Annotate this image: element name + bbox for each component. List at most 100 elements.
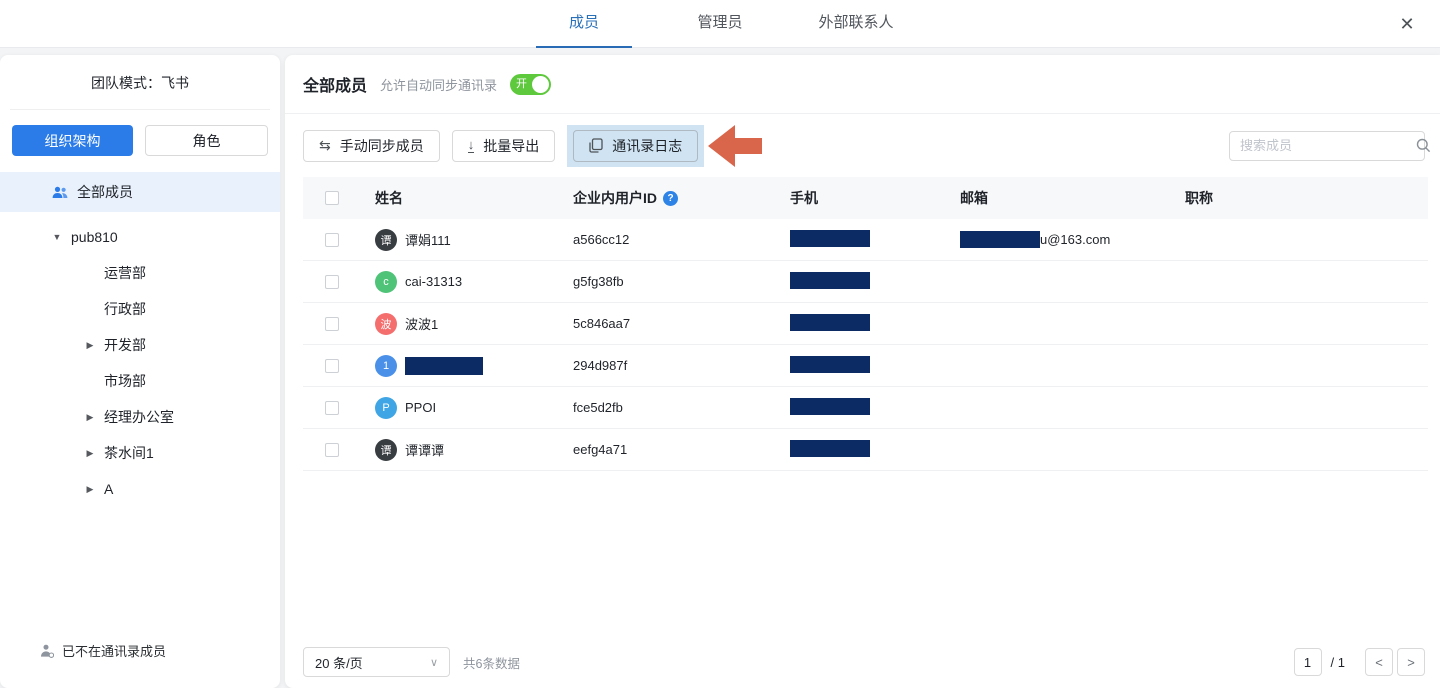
manual-sync-button[interactable]: ⇆ 手动同步成员 bbox=[303, 130, 440, 162]
member-user-id: 294d987f bbox=[573, 358, 790, 373]
column-header-title: 职称 bbox=[1185, 188, 1428, 208]
email-suffix: u@163.com bbox=[1040, 232, 1110, 247]
tab-members[interactable]: 成员 bbox=[536, 0, 632, 48]
department-label: 市场部 bbox=[104, 371, 146, 391]
phone-redaction-bar bbox=[790, 440, 870, 457]
row-checkbox[interactable] bbox=[325, 233, 339, 247]
sidebar: 团队模式：飞书 组织架构 角色 全部成员 ▼ pub810 运营部 行政部 ▶ … bbox=[0, 55, 280, 688]
department-label: 开发部 bbox=[104, 335, 146, 355]
avatar: 谭 bbox=[375, 229, 397, 251]
contact-log-button[interactable]: 通讯录日志 bbox=[573, 130, 698, 162]
avatar: 谭 bbox=[375, 439, 397, 461]
button-label: 通讯录日志 bbox=[612, 136, 682, 156]
table-row: c cai-31313 g5fg38fb bbox=[303, 261, 1428, 303]
department-tree-item[interactable]: 运营部 bbox=[0, 255, 280, 291]
column-header-phone: 手机 bbox=[790, 188, 960, 208]
roles-button[interactable]: 角色 bbox=[145, 125, 268, 156]
select-all-checkbox[interactable] bbox=[325, 191, 339, 205]
department-tree-item[interactable]: 市场部 bbox=[0, 363, 280, 399]
table-row: 谭 谭娟111 a566cc12 u@163.com bbox=[303, 219, 1428, 261]
row-checkbox[interactable] bbox=[325, 443, 339, 457]
next-page-button[interactable]: > bbox=[1397, 648, 1425, 676]
sidebar-item-label: 已不在通讯录成员 bbox=[62, 641, 166, 660]
people-icon bbox=[52, 186, 68, 199]
tree-caret-icon[interactable]: ▶ bbox=[83, 340, 97, 351]
page-size-select[interactable]: 20 条/页 ∨ bbox=[303, 647, 450, 677]
top-tab-bar: 成员 管理员 外部联系人 ✕ bbox=[0, 0, 1440, 48]
total-pages-label: / 1 bbox=[1331, 655, 1345, 670]
copy-icon bbox=[589, 138, 603, 153]
department-label: 经理办公室 bbox=[104, 407, 174, 427]
department-tree-item[interactable]: 行政部 bbox=[0, 291, 280, 327]
table-row: P PPOI fce5d2fb bbox=[303, 387, 1428, 429]
member-user-id: 5c846aa7 bbox=[573, 316, 790, 331]
batch-export-button[interactable]: ↓ 批量导出 bbox=[452, 130, 556, 162]
sidebar-item-label: 全部成员 bbox=[77, 182, 133, 202]
org-structure-button[interactable]: 组织架构 bbox=[12, 125, 133, 156]
member-name: PPOI bbox=[405, 400, 436, 415]
department-tree-item[interactable]: ▶ 开发部 bbox=[0, 327, 280, 363]
department-tree-item[interactable]: ▶ A bbox=[0, 471, 280, 507]
tree-caret-icon[interactable]: ▼ bbox=[50, 232, 64, 242]
table-row: 波 波波1 5c846aa7 bbox=[303, 303, 1428, 345]
team-mode-label: 团队模式：飞书 bbox=[0, 55, 280, 93]
department-tree-item[interactable]: ▼ pub810 bbox=[0, 219, 280, 255]
member-user-id: fce5d2fb bbox=[573, 400, 790, 415]
member-name: 谭谭谭 bbox=[405, 440, 444, 459]
member-user-id: eefg4a71 bbox=[573, 442, 790, 457]
toolbar: ⇆ 手动同步成员 ↓ 批量导出 通讯录日志 bbox=[285, 114, 1440, 177]
tree-caret-icon[interactable]: ▶ bbox=[83, 448, 97, 459]
help-icon[interactable]: ? bbox=[663, 191, 678, 206]
member-name: 谭娟111 bbox=[405, 230, 451, 249]
sync-icon: ⇆ bbox=[319, 137, 331, 154]
row-checkbox[interactable] bbox=[325, 359, 339, 373]
button-label: 批量导出 bbox=[483, 136, 539, 156]
row-checkbox[interactable] bbox=[325, 401, 339, 415]
avatar: 波 bbox=[375, 313, 397, 335]
sidebar-item-all-members[interactable]: 全部成员 bbox=[0, 172, 280, 212]
annotation-arrow-icon bbox=[708, 125, 762, 167]
table-body: 谭 谭娟111 a566cc12 u@163.com c cai-31313 g… bbox=[303, 219, 1428, 471]
table-row: 1 294d987f bbox=[303, 345, 1428, 387]
row-checkbox[interactable] bbox=[325, 275, 339, 289]
department-label: pub810 bbox=[71, 229, 118, 245]
member-name: 波波1 bbox=[405, 314, 438, 333]
prev-page-button[interactable]: < bbox=[1365, 648, 1393, 676]
department-tree-item[interactable]: ▶ 经理办公室 bbox=[0, 399, 280, 435]
tree-caret-icon[interactable]: ▶ bbox=[83, 484, 97, 495]
tab-external-contacts[interactable]: 外部联系人 bbox=[808, 0, 904, 48]
tab-admins[interactable]: 管理员 bbox=[672, 0, 768, 48]
person-leave-icon bbox=[40, 644, 54, 658]
member-user-id: g5fg38fb bbox=[573, 274, 790, 289]
pagination: 1 / 1 < > bbox=[1294, 648, 1425, 676]
toggle-knob bbox=[532, 76, 549, 93]
current-page-box[interactable]: 1 bbox=[1294, 648, 1322, 676]
search-box bbox=[1229, 131, 1425, 161]
department-label: 茶水间1 bbox=[104, 443, 154, 463]
close-icon[interactable]: ✕ bbox=[1392, 0, 1422, 48]
auto-sync-label: 允许自动同步通讯录 bbox=[380, 75, 497, 94]
download-icon: ↓ bbox=[468, 138, 475, 153]
toggle-on-label: 开 bbox=[516, 78, 527, 91]
sidebar-item-former-members[interactable]: 已不在通讯录成员 bbox=[40, 641, 166, 660]
phone-redaction-bar bbox=[790, 314, 870, 331]
chevron-down-icon: ∨ bbox=[430, 656, 438, 669]
contact-log-highlight: 通讯录日志 bbox=[567, 125, 704, 167]
department-label: 行政部 bbox=[104, 299, 146, 319]
avatar: c bbox=[375, 271, 397, 293]
tree-caret-icon[interactable]: ▶ bbox=[83, 412, 97, 423]
avatar: 1 bbox=[375, 355, 397, 377]
tab-group: 成员 管理员 外部联系人 bbox=[536, 0, 904, 48]
panel-header: 全部成员 允许自动同步通讯录 开 bbox=[285, 55, 1440, 114]
phone-redaction-bar bbox=[790, 398, 870, 415]
row-checkbox[interactable] bbox=[325, 317, 339, 331]
department-tree-item[interactable]: ▶ 茶水间1 bbox=[0, 435, 280, 471]
column-header-name: 姓名 bbox=[375, 188, 573, 208]
search-input[interactable] bbox=[1240, 138, 1416, 153]
page-title: 全部成员 bbox=[303, 72, 367, 96]
department-label: 运营部 bbox=[104, 263, 146, 283]
auto-sync-toggle[interactable]: 开 bbox=[510, 74, 551, 95]
department-tree: ▼ pub810 运营部 行政部 ▶ 开发部 市场部 ▶ 经理办公室 ▶ 茶水间… bbox=[0, 212, 280, 507]
table-row: 谭 谭谭谭 eefg4a71 bbox=[303, 429, 1428, 471]
button-label: 手动同步成员 bbox=[340, 136, 424, 156]
